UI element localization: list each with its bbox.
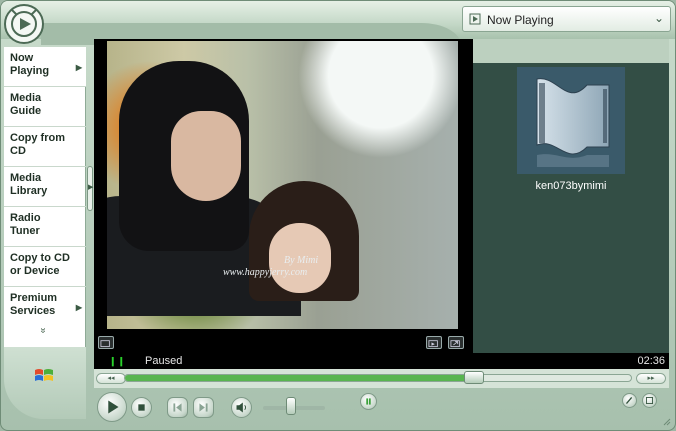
pause-small-icon: [366, 398, 371, 405]
feature-taskbar: Now Playing ▶ Media Guide Copy from CD M…: [4, 47, 86, 347]
playlist-header: [473, 39, 669, 63]
album-art[interactable]: [517, 67, 625, 174]
skip-forward-icon: [199, 403, 208, 412]
mute-button[interactable]: [231, 397, 252, 418]
nav-label-line1: Media: [10, 172, 42, 184]
video-display[interactable]: By Mimi www.happyjerry.com: [107, 41, 458, 329]
now-playing-icon: [469, 13, 481, 25]
shuffle-button[interactable]: [360, 393, 377, 410]
play-icon: [108, 400, 119, 414]
nav-item-media-library[interactable]: Media Library: [4, 167, 86, 207]
stop-icon: [138, 404, 145, 411]
video-watermark-line2: www.happyjerry.com: [223, 267, 308, 278]
film-reel-icon: [536, 78, 610, 167]
media-player-logo-icon[interactable]: [3, 3, 45, 45]
fast-forward-button[interactable]: ▸▸: [636, 373, 666, 384]
equalizer-button[interactable]: [622, 393, 637, 408]
nav-label-line1: Copy from: [10, 132, 65, 144]
video-figure-face: [171, 111, 241, 201]
pause-indicator-icon: ❙❙: [109, 356, 127, 366]
skin-mode-button[interactable]: [642, 393, 657, 408]
full-screen-toggle-button[interactable]: [448, 336, 464, 349]
now-playing-dropdown[interactable]: Now Playing ⌄: [462, 6, 671, 32]
elapsed-time: 02:36: [637, 355, 665, 367]
seek-thumb[interactable]: [464, 371, 484, 384]
video-settings-icon: [428, 340, 438, 348]
expand-icon: [450, 340, 460, 348]
skip-back-icon: [173, 403, 182, 412]
chevron-down-icon: ⌄: [653, 11, 664, 25]
nav-item-media-guide[interactable]: Media Guide: [4, 87, 86, 127]
nav-label-line2: CD: [10, 145, 26, 157]
nav-label-line2: Guide: [10, 105, 42, 117]
arrow-right-icon: ▶: [75, 303, 82, 312]
speaker-icon: [236, 402, 247, 413]
pen-icon: [625, 397, 633, 404]
playlist-item-title[interactable]: ken073bymimi: [501, 180, 641, 192]
screen-icon: [100, 340, 110, 348]
hide-taskbar-handle[interactable]: ▶: [87, 166, 93, 211]
video-watermark-line1: By Mimi: [284, 255, 319, 266]
nav-label-line1: Media: [10, 92, 42, 104]
now-playing-dropdown-label: Now Playing: [487, 13, 554, 27]
nav-label-line1: Now: [10, 52, 34, 64]
arrow-right-icon: ▶: [75, 63, 82, 72]
more-chevron-icon[interactable]: »: [37, 328, 48, 334]
nav-label-line1: Premium: [10, 292, 58, 304]
video-settings-button[interactable]: [426, 336, 442, 349]
nav-label-line2: or Device: [10, 265, 60, 277]
skin-mode-icon: [646, 397, 653, 404]
playback-status: Paused: [145, 355, 183, 367]
nav-item-now-playing[interactable]: Now Playing ▶: [4, 47, 86, 87]
windows-logo-icon: [35, 369, 53, 381]
next-button[interactable]: [193, 397, 214, 418]
nav-label-line2: Tuner: [10, 225, 40, 237]
seek-progress: [125, 375, 474, 381]
nav-label-line2: Library: [10, 185, 48, 197]
nav-item-copy-from-cd[interactable]: Copy from CD: [4, 127, 86, 167]
status-bar: ❙❙ Paused 02:36: [94, 353, 669, 369]
nav-item-premium-services[interactable]: Premium Services ▶: [4, 287, 86, 327]
nav-item-radio-tuner[interactable]: Radio Tuner: [4, 207, 86, 247]
stop-button[interactable]: [131, 397, 152, 418]
nav-label-line1: Copy to CD: [10, 252, 70, 264]
nav-label-line1: Radio: [10, 212, 41, 224]
nav-label-line2: Services: [10, 305, 56, 317]
view-full-screen-button[interactable]: [98, 336, 114, 349]
nav-label-line2: Playing: [10, 65, 50, 77]
chevron-right-icon: ▶: [88, 184, 94, 191]
play-button[interactable]: [97, 392, 127, 422]
rewind-button[interactable]: ◂◂: [96, 373, 126, 384]
resize-grip-icon[interactable]: [661, 416, 671, 426]
nav-item-copy-to-cd[interactable]: Copy to CD or Device: [4, 247, 86, 287]
media-player-window: Now Playing ⌄ Now Playing ▶ Media Guide …: [0, 0, 676, 431]
volume-thumb[interactable]: [286, 397, 296, 415]
previous-button[interactable]: [167, 397, 188, 418]
